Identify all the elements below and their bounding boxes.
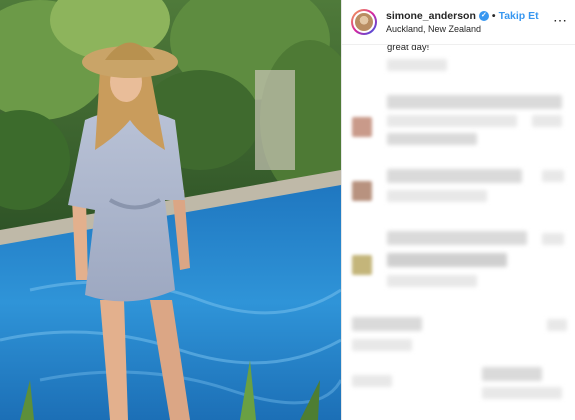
- comment-fragment: great day!: [387, 45, 430, 53]
- username-row: simone_anderson ✓ • Takip Et: [386, 10, 539, 22]
- avatar[interactable]: [351, 9, 377, 35]
- instagram-post: simone_anderson ✓ • Takip Et Auckland, New …: [0, 0, 575, 420]
- comment-avatar: [352, 181, 372, 201]
- post-photo[interactable]: [0, 0, 341, 420]
- comment-avatar: [352, 255, 372, 275]
- separator-dot: •: [491, 10, 496, 22]
- post-side-panel: simone_anderson ✓ • Takip Et Auckland, New …: [341, 0, 575, 420]
- location-link[interactable]: Auckland, New Zealand: [386, 24, 481, 34]
- verified-icon: ✓: [478, 11, 489, 22]
- photo-illustration: [0, 0, 341, 420]
- post-header: simone_anderson ✓ • Takip Et Auckland, New …: [342, 0, 575, 45]
- comments-section: great day!: [342, 45, 575, 420]
- follow-button[interactable]: Takip Et: [499, 10, 539, 22]
- comment-avatar: [352, 117, 372, 137]
- more-options-icon[interactable]: ⋯: [553, 12, 568, 29]
- username-link[interactable]: simone_anderson: [386, 10, 476, 22]
